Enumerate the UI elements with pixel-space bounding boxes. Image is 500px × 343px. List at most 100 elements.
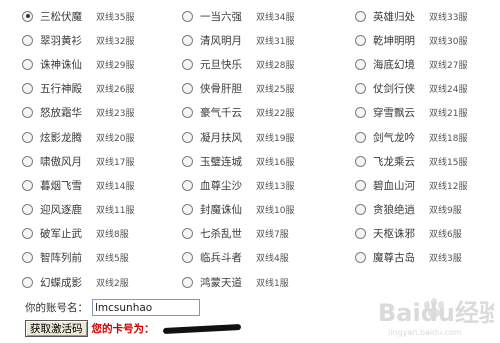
server-option[interactable]: 啸傲风月 双线17服 (22, 149, 182, 173)
server-option[interactable]: 剑气龙吟 双线18服 (355, 125, 492, 149)
server-option[interactable]: 七杀乱世 双线7服 (182, 222, 355, 246)
server-row: 怒放霜华 双线23服 豪气千云 双线22服 穿雪飘云 双线21服 (22, 101, 492, 125)
server-option[interactable]: 一当六强 双线34服 (182, 4, 355, 28)
server-line: 双线12服 (429, 181, 468, 192)
server-name: 五行神殿 (40, 83, 82, 96)
server-option[interactable]: 临兵斗者 双线4服 (182, 246, 355, 270)
server-radio[interactable] (182, 34, 193, 46)
server-option[interactable]: 海底幻境 双线27服 (355, 52, 492, 76)
server-radio[interactable] (355, 228, 366, 240)
server-line: 双线18服 (429, 133, 468, 144)
server-option[interactable]: 暮烟飞雪 双线14服 (22, 173, 182, 197)
server-radio[interactable] (355, 107, 366, 119)
server-line: 双线29服 (96, 60, 135, 71)
server-option[interactable]: 三松伏魔 双线35服 (22, 4, 182, 28)
server-option[interactable]: 元旦快乐 双线28服 (182, 52, 355, 76)
server-radio[interactable] (22, 276, 33, 288)
server-option[interactable]: 魔尊古岛 双线3服 (355, 246, 492, 270)
account-row: 你的账号名： (25, 299, 200, 316)
server-radio[interactable] (355, 179, 366, 191)
server-radio[interactable] (22, 58, 33, 70)
server-option[interactable]: 五行神殿 双线26服 (22, 77, 182, 101)
get-activation-code-button[interactable]: 获取激活码 (25, 320, 88, 337)
server-radio[interactable] (182, 252, 193, 264)
server-radio[interactable] (182, 58, 193, 70)
server-row: 三松伏魔 双线35服 一当六强 双线34服 英雄归处 双线33服 (22, 4, 492, 28)
server-option[interactable]: 破军止武 双线8服 (22, 222, 182, 246)
server-option[interactable]: 幻蝶成影 双线2服 (22, 270, 182, 294)
server-radio[interactable] (22, 204, 33, 216)
server-radio[interactable] (182, 204, 193, 216)
server-row: 炫影龙腾 双线20服 凝月扶风 双线19服 剑气龙吟 双线18服 (22, 125, 492, 149)
server-line: 双线8服 (96, 230, 129, 241)
server-row: 翠羽黄衫 双线32服 清风明月 双线31服 乾坤明明 双线30服 (22, 28, 492, 52)
server-name: 炫影龙腾 (40, 131, 82, 144)
server-line: 双线10服 (256, 206, 295, 217)
server-name: 豪气千云 (200, 107, 242, 120)
server-row: 迎风逐鹿 双线11服 封魔诛仙 双线10服 贪狼绝逍 双线9服 (22, 198, 492, 222)
server-option[interactable]: 侠骨肝胆 双线25服 (182, 77, 355, 101)
server-radio[interactable] (182, 228, 193, 240)
server-option[interactable]: 贪狼绝逍 双线9服 (355, 198, 492, 222)
server-radio[interactable] (22, 10, 33, 22)
server-option[interactable]: 飞龙乘云 双线15服 (355, 149, 492, 173)
server-radio[interactable] (22, 107, 33, 119)
server-line: 双线7服 (256, 230, 289, 241)
server-option[interactable]: 穿雪飘云 双线21服 (355, 101, 492, 125)
server-radio[interactable] (22, 34, 33, 46)
server-radio[interactable] (355, 252, 366, 264)
server-radio[interactable] (182, 83, 193, 95)
server-option[interactable]: 英雄归处 双线33服 (355, 4, 492, 28)
server-radio[interactable] (22, 228, 33, 240)
account-name-input[interactable] (92, 299, 200, 316)
server-radio[interactable] (355, 204, 366, 216)
server-radio[interactable] (355, 10, 366, 22)
server-radio[interactable] (355, 34, 366, 46)
server-name: 魔尊古岛 (373, 252, 415, 265)
server-option[interactable]: 诛神诛仙 双线29服 (22, 52, 182, 76)
server-option[interactable]: 迎风逐鹿 双线11服 (22, 198, 182, 222)
server-option[interactable]: 豪气千云 双线22服 (182, 101, 355, 125)
server-option[interactable]: 怒放霜华 双线23服 (22, 101, 182, 125)
server-radio[interactable] (22, 83, 33, 95)
server-name: 迎风逐鹿 (40, 204, 82, 217)
server-name: 破军止武 (40, 228, 82, 241)
server-option[interactable]: 凝月扶风 双线19服 (182, 125, 355, 149)
server-name: 侠骨肝胆 (200, 83, 242, 96)
server-name: 剑气龙吟 (373, 131, 415, 144)
server-option[interactable]: 碧血山河 双线12服 (355, 173, 492, 197)
server-line: 双线19服 (256, 133, 295, 144)
server-radio[interactable] (355, 155, 366, 167)
server-radio[interactable] (182, 107, 193, 119)
server-radio[interactable] (22, 155, 33, 167)
server-name: 天枢诛邪 (373, 228, 415, 241)
server-option[interactable]: 天枢诛邪 双线6服 (355, 222, 492, 246)
server-name: 碧血山河 (373, 179, 415, 192)
server-radio[interactable] (355, 83, 366, 95)
server-radio[interactable] (182, 179, 193, 191)
server-radio[interactable] (182, 10, 193, 22)
server-radio[interactable] (355, 58, 366, 70)
server-row: 诛神诛仙 双线29服 元旦快乐 双线28服 海底幻境 双线27服 (22, 52, 492, 76)
server-option[interactable]: 翠羽黄衫 双线32服 (22, 28, 182, 52)
server-option[interactable]: 玉璧连城 双线16服 (182, 149, 355, 173)
server-line: 双线32服 (96, 36, 135, 47)
baidu-watermark-logo: Baidu经验 jingyan.baidu.com (378, 298, 494, 337)
server-option[interactable]: 智阵列前 双线5服 (22, 246, 182, 270)
server-radio[interactable] (22, 131, 33, 143)
server-radio[interactable] (22, 179, 33, 191)
server-radio[interactable] (182, 131, 193, 143)
activate-row: 获取激活码 您的卡号为： (25, 320, 241, 337)
server-option[interactable]: 血尊尘沙 双线13服 (182, 173, 355, 197)
server-option[interactable]: 仗剑行侠 双线24服 (355, 77, 492, 101)
server-radio[interactable] (355, 131, 366, 143)
server-name: 乾坤明明 (373, 34, 415, 47)
server-option[interactable]: 清风明月 双线31服 (182, 28, 355, 52)
server-radio[interactable] (182, 276, 193, 288)
server-option[interactable]: 炫影龙腾 双线20服 (22, 125, 182, 149)
server-option[interactable]: 鸿蒙天道 双线1服 (182, 270, 355, 294)
server-option[interactable]: 乾坤明明 双线30服 (355, 28, 492, 52)
server-radio[interactable] (22, 252, 33, 264)
server-radio[interactable] (182, 155, 193, 167)
server-option[interactable]: 封魔诛仙 双线10服 (182, 198, 355, 222)
